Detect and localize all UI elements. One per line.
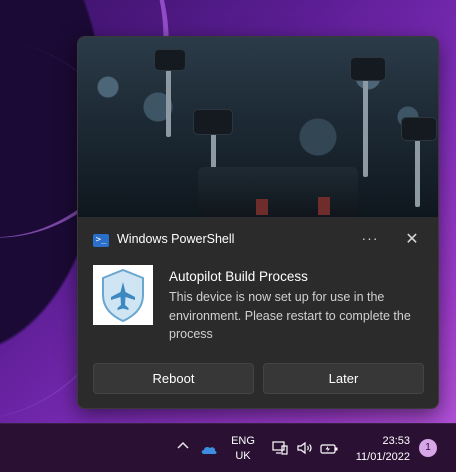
onedrive-cloud-icon[interactable] — [200, 442, 217, 454]
hero-knob — [350, 57, 386, 81]
hero-lever — [166, 67, 171, 137]
language-region: UK — [235, 450, 251, 462]
clock-date: 11/01/2022 — [355, 451, 410, 463]
hero-image — [78, 37, 438, 217]
hero-knob — [193, 109, 233, 135]
shield-airplane-icon — [93, 265, 153, 325]
more-options-button[interactable]: ··· — [356, 229, 384, 249]
close-button[interactable]: ✕ — [400, 229, 424, 251]
clock[interactable]: 23:53 11/01/2022 — [350, 433, 410, 465]
language-code: ENG — [231, 435, 255, 447]
reboot-button[interactable]: Reboot — [93, 363, 254, 394]
hero-base — [198, 167, 358, 217]
hero-lever — [363, 77, 368, 177]
notification-count-badge[interactable]: 1 — [419, 439, 437, 457]
taskbar: ENG UK 23:53 11/01/2022 1 — [0, 423, 456, 472]
hero-detail — [318, 197, 330, 215]
toast-body: Autopilot Build Process This device is n… — [78, 262, 438, 372]
show-hidden-icons-button[interactable] — [177, 438, 189, 453]
toast-notification[interactable]: >_ Windows PowerShell ··· ✕ Autopilot Bu… — [77, 36, 439, 409]
notification-title: Autopilot Build Process — [169, 269, 308, 284]
hero-knob — [154, 49, 186, 71]
app-name: Windows PowerShell — [117, 232, 235, 246]
clock-time: 23:53 — [382, 435, 410, 447]
toast-header: >_ Windows PowerShell ··· ✕ — [78, 217, 438, 262]
hero-knob — [401, 117, 437, 141]
notification-message: This device is now set up for use in the… — [169, 290, 411, 341]
hero-detail — [256, 199, 268, 215]
powershell-icon: >_ — [93, 234, 109, 247]
battery-charging-icon[interactable] — [320, 442, 338, 454]
input-language-indicator[interactable]: ENG UK — [229, 434, 257, 464]
later-button[interactable]: Later — [263, 363, 424, 394]
volume-icon[interactable] — [297, 441, 313, 455]
hero-lever — [415, 137, 420, 207]
network-icon[interactable] — [272, 441, 288, 455]
